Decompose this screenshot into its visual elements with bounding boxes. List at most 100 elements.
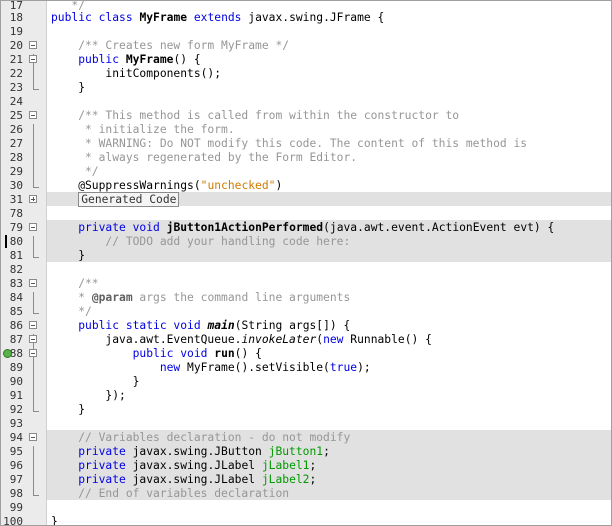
code-text: * WARNING: Do NOT modify this code. The … [51, 137, 528, 150]
line-number: 90 [9, 375, 23, 388]
code-text: @SuppressWarnings("unchecked") [51, 179, 283, 192]
generated-code-fold[interactable]: Generated Code [78, 192, 180, 207]
line-number: 92 [9, 403, 23, 416]
code-line[interactable]: 91 }); [1, 389, 611, 403]
fold-collapse-icon[interactable] [29, 223, 37, 231]
line-number: 22 [9, 67, 23, 80]
code-line[interactable]: 25 /** This method is called from within… [1, 109, 611, 123]
fold-collapse-icon[interactable] [29, 335, 37, 343]
line-number: 19 [9, 25, 23, 38]
override-marker-icon[interactable] [3, 349, 12, 358]
line-number: 96 [9, 459, 23, 472]
line-number: 23 [9, 81, 23, 94]
code-text: }); [51, 389, 126, 402]
line-number: 27 [9, 137, 23, 150]
line-number: 29 [9, 165, 23, 178]
code-line[interactable]: 31 Generated Code [1, 192, 611, 207]
code-text: java.awt.EventQueue.invokeLater(new Runn… [51, 333, 432, 346]
code-text: public static void main(String args[]) { [78, 319, 351, 332]
code-line[interactable]: 90 } [1, 375, 611, 389]
code-line[interactable]: 87 java.awt.EventQueue.invokeLater(new R… [1, 333, 611, 347]
line-number: 18 [9, 11, 23, 24]
line-number: 20 [9, 39, 23, 52]
line-number: 89 [9, 361, 23, 374]
line-number: 98 [9, 487, 23, 500]
text-caret [5, 235, 7, 248]
code-text: /** [51, 277, 99, 290]
code-text: */ [51, 305, 92, 318]
code-line[interactable]: 82 [1, 263, 611, 277]
code-line[interactable]: 27 * WARNING: Do NOT modify this code. T… [1, 137, 611, 151]
code-line[interactable]: 100 } [1, 515, 611, 526]
code-line[interactable]: 92 } [1, 403, 611, 417]
code-line[interactable]: 94 // Variables declaration - do not mod… [1, 431, 611, 445]
code-line[interactable]: 29 */ [1, 165, 611, 179]
code-text: } [51, 403, 86, 416]
line-number: 91 [9, 389, 23, 402]
code-text: } [51, 515, 58, 526]
code-line[interactable]: 95 private javax.swing.JButton jButton1; [1, 445, 611, 459]
code-text: /** This method is called from within th… [51, 109, 460, 122]
code-line[interactable]: 93 [1, 417, 611, 431]
fold-collapse-icon[interactable] [29, 55, 37, 63]
fold-collapse-icon[interactable] [29, 349, 37, 357]
code-text: } [51, 81, 86, 94]
code-line[interactable]: 21 public MyFrame() { [1, 53, 611, 67]
code-line[interactable]: 85 */ [1, 305, 611, 319]
code-line[interactable]: 86 public static void main(String args[]… [1, 319, 611, 333]
code-line[interactable]: 98 // End of variables declaration [1, 487, 611, 501]
code-line[interactable]: 99 [1, 501, 611, 515]
code-line[interactable]: 19 [1, 25, 611, 39]
code-text: } [51, 375, 140, 388]
code-line[interactable]: 83 /** [1, 277, 611, 291]
code-text: public MyFrame() { [78, 53, 201, 66]
code-text: private javax.swing.JLabel jLabel2; [78, 473, 317, 486]
code-line[interactable]: 79 private void jButton1ActionPerformed(… [1, 221, 611, 235]
code-text: * @param args the command line arguments [51, 291, 351, 304]
code-line[interactable]: 18 public class MyFrame extends javax.sw… [1, 11, 611, 25]
code-line[interactable]: 88 public void run() { [1, 347, 611, 361]
line-number: 97 [9, 473, 23, 486]
code-text: * initialize the form. [51, 123, 235, 136]
line-number: 93 [9, 417, 23, 430]
code-line[interactable]: 20 /** Creates new form MyFrame */ [1, 39, 611, 53]
line-number: 24 [9, 95, 23, 108]
code-line[interactable]: 97 private javax.swing.JLabel jLabel2; [1, 473, 611, 487]
code-line[interactable]: 84 * @param args the command line argume… [1, 291, 611, 305]
line-number: 25 [9, 109, 23, 122]
code-text: * always regenerated by the Form Editor. [51, 151, 358, 164]
code-text: public void run() { [132, 347, 262, 360]
line-number: 99 [9, 501, 23, 514]
line-number: 31 [9, 193, 23, 206]
line-number: 85 [9, 305, 23, 318]
code-text: // End of variables declaration [51, 487, 290, 500]
code-text: /** Creates new form MyFrame */ [51, 39, 290, 52]
code-line[interactable]: 22 initComponents(); [1, 67, 611, 81]
code-line[interactable]: 78 [1, 207, 611, 221]
code-line[interactable]: 26 * initialize the form. [1, 123, 611, 137]
line-number: 82 [9, 263, 23, 276]
fold-collapse-icon[interactable] [29, 321, 37, 329]
fold-expand-icon[interactable] [29, 195, 37, 203]
code-line-current[interactable]: 80 // TODO add your handling code here: [1, 235, 611, 249]
code-text: } [51, 249, 86, 262]
code-text: public class MyFrame extends javax.swing… [51, 11, 385, 24]
code-text: private javax.swing.JButton jButton1; [78, 445, 330, 458]
fold-collapse-icon[interactable] [29, 279, 37, 287]
code-line[interactable]: 23 } [1, 81, 611, 95]
line-number: 83 [9, 277, 23, 290]
code-line[interactable]: 30 @SuppressWarnings("unchecked") [1, 179, 611, 193]
code-line[interactable]: 24 [1, 95, 611, 109]
code-line[interactable]: 28 * always regenerated by the Form Edit… [1, 151, 611, 165]
line-number: 94 [9, 431, 23, 444]
code-line[interactable]: 96 private javax.swing.JLabel jLabel1; [1, 459, 611, 473]
fold-collapse-icon[interactable] [29, 41, 37, 49]
code-line[interactable]: 81 } [1, 249, 611, 263]
fold-collapse-icon[interactable] [29, 433, 37, 441]
code-text: private javax.swing.JLabel jLabel1; [78, 459, 317, 472]
code-line[interactable]: 89 new MyFrame().setVisible(true); [1, 361, 611, 375]
code-editor[interactable]: 17 */ 18 public class MyFrame extends ja… [0, 0, 612, 526]
fold-collapse-icon[interactable] [29, 111, 37, 119]
line-number: 86 [9, 319, 23, 332]
code-text: Generated Code [51, 192, 180, 207]
